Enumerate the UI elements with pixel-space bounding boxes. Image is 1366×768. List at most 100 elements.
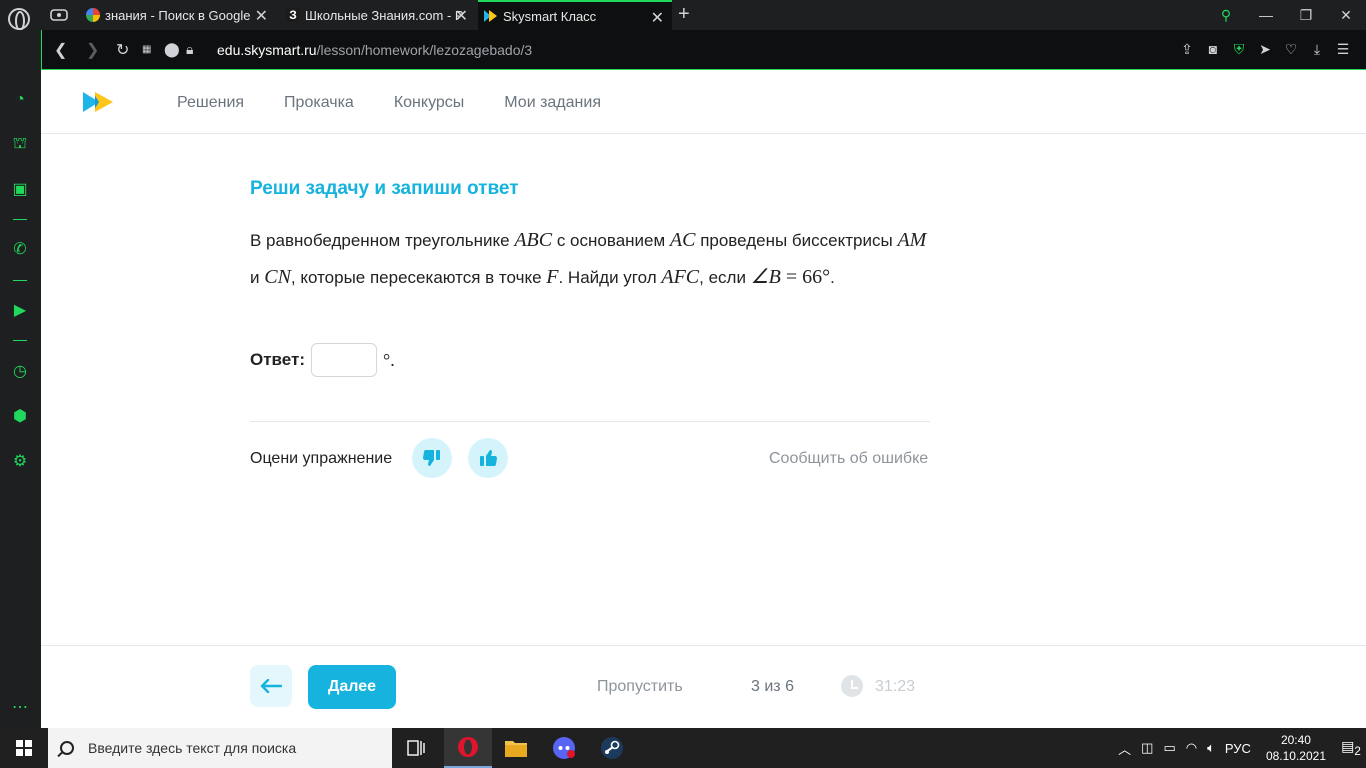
task-view-button[interactable] bbox=[392, 728, 440, 768]
nav-my-tasks[interactable]: Мои задания bbox=[504, 94, 601, 112]
close-window-icon[interactable]: ✕ bbox=[1326, 7, 1366, 24]
back-button[interactable] bbox=[250, 665, 292, 707]
easy-setup-icon[interactable]: ☰ bbox=[1330, 41, 1356, 58]
player-icon[interactable]: ▶ bbox=[10, 301, 30, 321]
search-tabs-icon[interactable]: ⚲ bbox=[1206, 7, 1246, 24]
send-icon[interactable]: ➤ bbox=[1252, 41, 1278, 58]
shopping-bag-icon[interactable]: ⛫ bbox=[10, 134, 30, 154]
url-field[interactable]: edu.skysmart.ru/lesson/homework/lezozage… bbox=[217, 42, 532, 58]
tab-znaniya[interactable]: З Школьные Знания.com - Р ✕ bbox=[280, 0, 476, 30]
task-view-icon bbox=[407, 740, 425, 756]
heart-icon[interactable]: ♡ bbox=[1278, 41, 1304, 58]
settings-gear-icon[interactable]: ⚙ bbox=[10, 452, 30, 472]
language-indicator[interactable]: РУС bbox=[1225, 741, 1251, 756]
twitch-icon[interactable]: ▣ bbox=[10, 180, 30, 200]
nav-solutions[interactable]: Решения bbox=[177, 94, 244, 112]
task-text-part: , которые пересекаются в точке bbox=[290, 268, 547, 287]
close-tab-icon[interactable]: ✕ bbox=[255, 6, 268, 26]
notifications-icon[interactable]: ▤2 bbox=[1336, 738, 1366, 758]
google-g-icon bbox=[86, 8, 100, 22]
timer: 31:23 bbox=[875, 678, 916, 695]
whatsapp-icon[interactable]: ✆ bbox=[10, 240, 30, 260]
back-icon[interactable]: ❮ bbox=[54, 40, 67, 60]
new-tab-plus-icon[interactable]: + bbox=[678, 3, 690, 26]
system-tray: ︿ ◫ ▭ ◠ 🔈︎ РУС 20:40 08.10.2021 ▤2 bbox=[1113, 728, 1366, 768]
dislike-button[interactable] bbox=[412, 438, 452, 478]
tab-title: Skysmart Класс bbox=[503, 8, 597, 24]
reload-icon[interactable]: ↻ bbox=[116, 40, 129, 60]
like-button[interactable] bbox=[468, 438, 508, 478]
forward-icon[interactable]: ❯ bbox=[86, 40, 99, 60]
nav-contests[interactable]: Конкурсы bbox=[394, 94, 464, 112]
window-controls: ⚲ — ❐ ✕ bbox=[1206, 0, 1366, 30]
close-tab-icon[interactable]: ✕ bbox=[455, 6, 468, 26]
taskbar-search[interactable]: Введите здесь текст для поиска bbox=[48, 728, 392, 768]
adblock-shield-icon[interactable]: ⛨ bbox=[1226, 41, 1252, 58]
more-dots-icon[interactable]: ⋯ bbox=[10, 698, 30, 718]
answer-input[interactable] bbox=[311, 343, 377, 377]
address-bar: ❮ ❯ ↻ ▦ ⬤ 🔒︎ edu.skysmart.ru/lesson/home… bbox=[41, 30, 1366, 70]
search-placeholder: Введите здесь текст для поиска bbox=[88, 740, 297, 756]
tab-title: знания - Поиск в Google bbox=[105, 7, 251, 23]
tab-skysmart[interactable]: Skysmart Класс ✕ bbox=[478, 0, 672, 30]
chevron-up-icon[interactable]: ︿ bbox=[1118, 739, 1131, 758]
minimize-icon[interactable]: — bbox=[1246, 7, 1286, 23]
speed-dial-grid-icon[interactable]: ▦ bbox=[142, 44, 151, 55]
workspaces-icon[interactable] bbox=[50, 7, 68, 23]
tab-title: Школьные Знания.com - Р bbox=[305, 7, 464, 23]
math-expr: = 66° bbox=[780, 266, 831, 288]
math-expr: CN bbox=[264, 266, 291, 288]
task-text-part: . Найди угол bbox=[558, 268, 662, 287]
nav-training[interactable]: Прокачка bbox=[284, 94, 354, 112]
opera-logo-icon[interactable] bbox=[8, 8, 30, 31]
report-error-link[interactable]: Сообщить об ошибке bbox=[769, 450, 928, 468]
task-text-part: , если bbox=[699, 268, 751, 287]
close-tab-icon[interactable]: ✕ bbox=[651, 8, 664, 28]
folder-icon bbox=[505, 741, 527, 757]
webcam-icon[interactable]: ◫ bbox=[1141, 740, 1153, 756]
taskbar-explorer[interactable] bbox=[492, 728, 540, 768]
camera-icon[interactable]: ◙ bbox=[1200, 41, 1226, 58]
task-text-part: с основанием bbox=[552, 231, 670, 250]
clock[interactable]: 20:40 08.10.2021 bbox=[1266, 732, 1326, 764]
task-text: В равнобедренном треугольнике ABC с осно… bbox=[250, 222, 940, 296]
extensions-cube-icon[interactable]: ⬢ bbox=[10, 407, 30, 427]
location-pin-icon[interactable]: ⬤ bbox=[164, 41, 180, 58]
opera-icon bbox=[458, 737, 478, 757]
sidebar-separator bbox=[13, 280, 27, 281]
task-text-part: проведены биссектрисы bbox=[695, 231, 898, 250]
clock-time: 20:40 bbox=[1280, 733, 1311, 747]
sidebar-separator bbox=[13, 340, 27, 341]
skip-button[interactable]: Пропустить bbox=[597, 678, 683, 696]
restore-icon[interactable]: ❐ bbox=[1286, 7, 1326, 24]
volume-icon[interactable]: 🔈︎ bbox=[1207, 740, 1215, 756]
url-domain: edu.skysmart.ru bbox=[217, 42, 317, 58]
search-icon bbox=[60, 741, 74, 755]
task-text-part: В равнобедренном треугольнике bbox=[250, 231, 515, 250]
task-title: Реши задачу и запиши ответ bbox=[250, 178, 519, 199]
skysmart-logo-icon[interactable] bbox=[83, 90, 117, 114]
taskbar-opera[interactable] bbox=[444, 728, 492, 768]
history-clock-icon[interactable]: ◷ bbox=[10, 362, 30, 382]
taskbar-discord-game[interactable] bbox=[540, 728, 588, 768]
wifi-icon[interactable]: ◠ bbox=[1186, 740, 1197, 756]
arrow-left-icon bbox=[260, 679, 282, 693]
share-icon[interactable]: ⇪ bbox=[1174, 41, 1200, 58]
download-icon[interactable]: ⤓ bbox=[1304, 41, 1330, 58]
start-button[interactable] bbox=[0, 728, 48, 768]
game-controller-icon bbox=[553, 737, 575, 759]
speed-dial-gauge-icon[interactable]: ◔ bbox=[10, 90, 30, 110]
battery-icon[interactable]: ▭ bbox=[1163, 740, 1175, 756]
windows-logo-icon bbox=[16, 740, 32, 756]
answer-suffix: °. bbox=[383, 349, 395, 370]
tab-google-search[interactable]: знания - Поиск в Google ✕ bbox=[80, 0, 276, 30]
lock-icon[interactable]: 🔒︎ bbox=[186, 41, 193, 58]
math-expr: ∠B bbox=[750, 266, 781, 288]
math-expr: ABC bbox=[514, 229, 553, 251]
answer-row: Ответ: °. bbox=[250, 343, 395, 377]
next-button[interactable]: Далее bbox=[308, 665, 396, 709]
taskbar-steam[interactable] bbox=[588, 728, 636, 768]
math-expr: AC bbox=[669, 229, 696, 251]
site-header: Решения Прокачка Конкурсы Мои задания bbox=[41, 70, 1366, 134]
url-path: /lesson/homework/lezozagebado/3 bbox=[316, 42, 533, 58]
